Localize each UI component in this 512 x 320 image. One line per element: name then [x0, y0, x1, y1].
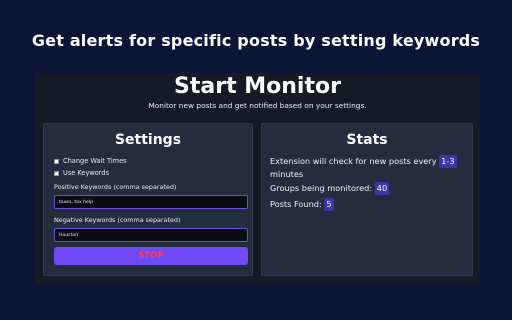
monitor-panel: Start Monitor Monitor new posts and get …: [35, 73, 480, 283]
groups-monitored-label: Groups being monitored:: [270, 183, 373, 193]
stop-button[interactable]: STOP: [54, 247, 248, 265]
posts-found-label: Posts Found:: [270, 199, 322, 209]
monitor-title: Start Monitor: [174, 74, 341, 99]
settings-card: Settings Change Wait Times ✔ Use Keyword…: [43, 123, 253, 276]
groups-monitored-badge: 40: [374, 182, 390, 195]
change-wait-times-option[interactable]: Change Wait Times: [54, 157, 127, 165]
positive-keywords-value: taxes, tax help: [59, 199, 94, 205]
positive-keywords-label: Positive Keywords (comma separated): [54, 183, 177, 191]
monitor-subtitle: Monitor new posts and get notified based…: [148, 101, 367, 110]
negative-keywords-input[interactable]: Houston: [54, 228, 248, 242]
promo-headline: Get alerts for specific posts by setting…: [31, 31, 481, 50]
check-interval-text: Extension will check for new posts every: [270, 156, 437, 166]
negative-keywords-value: Houston: [59, 232, 79, 238]
settings-title: Settings: [114, 132, 182, 148]
posts-found-badge: 5: [324, 198, 334, 211]
negative-keywords-label: Negative Keywords (comma separated): [54, 216, 181, 224]
check-interval-badge: 1-3: [439, 155, 457, 168]
stats-title: Stats: [346, 132, 388, 148]
use-keywords-label: Use Keywords: [63, 169, 110, 177]
check-interval-stat: Extension will check for new posts every…: [270, 155, 466, 180]
check-interval-unit: minutes: [270, 169, 304, 179]
groups-monitored-stat: Groups being monitored: 40: [270, 182, 466, 195]
change-wait-times-checkbox[interactable]: [54, 158, 59, 164]
use-keywords-option[interactable]: ✔ Use Keywords: [54, 169, 109, 177]
change-wait-times-label: Change Wait Times: [63, 157, 127, 165]
positive-keywords-input[interactable]: taxes, tax help: [54, 195, 248, 209]
posts-found-stat: Posts Found: 5: [270, 198, 466, 211]
stats-card: Stats Extension will check for new posts…: [261, 123, 473, 276]
use-keywords-checkbox[interactable]: ✔: [54, 170, 59, 176]
